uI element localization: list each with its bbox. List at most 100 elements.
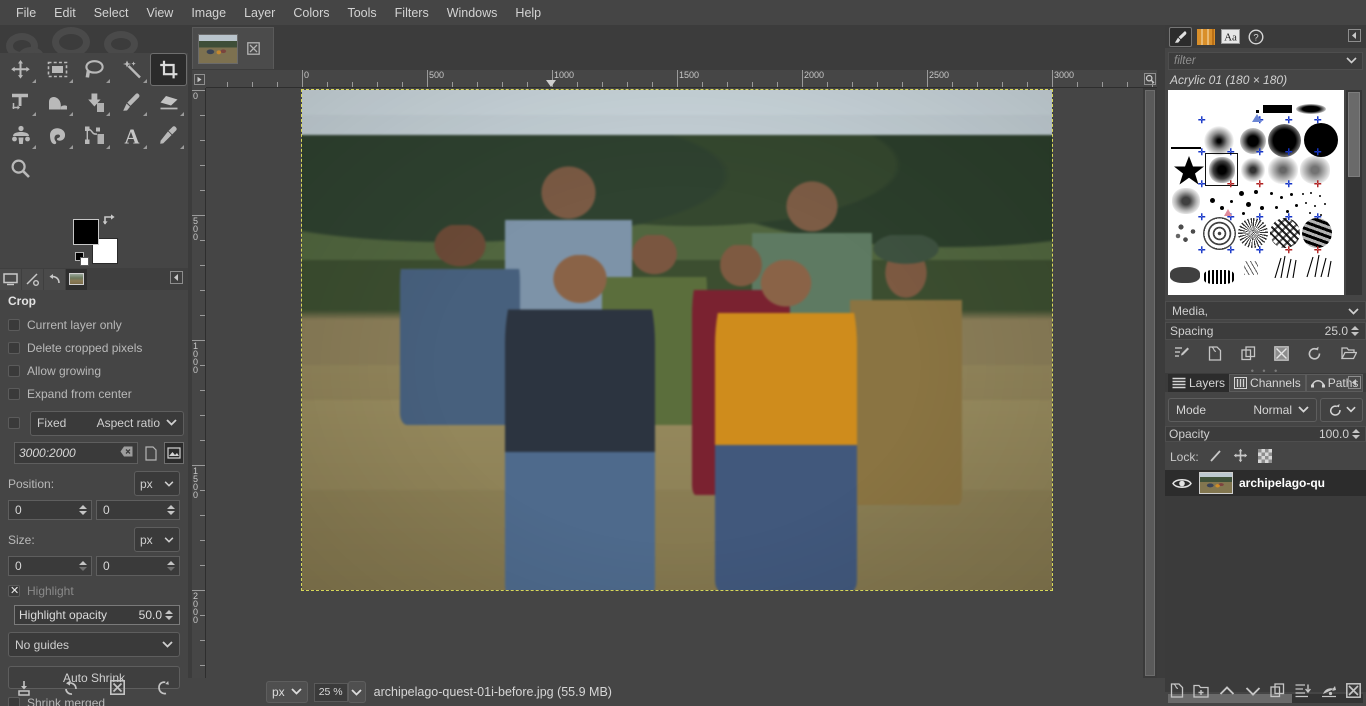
foreground-color-swatch[interactable] xyxy=(73,219,99,245)
restore-tool-options-button[interactable] xyxy=(63,680,79,699)
transform-tool[interactable] xyxy=(2,86,39,119)
delete-brush-button[interactable] xyxy=(1274,345,1289,364)
clone-tool[interactable] xyxy=(2,119,39,152)
warp-tool[interactable] xyxy=(39,86,76,119)
brush-item[interactable] xyxy=(1304,254,1339,289)
menu-view[interactable]: View xyxy=(137,3,182,23)
free-select-tool[interactable] xyxy=(76,53,113,86)
layer-list[interactable]: archipelago-qu xyxy=(1165,470,1366,692)
dock-menu-arrow-icon[interactable] xyxy=(170,271,183,287)
position-unit-combo[interactable]: px xyxy=(134,471,180,496)
spinner-arrows[interactable] xyxy=(165,608,175,622)
landscape-orientation-button[interactable] xyxy=(164,442,184,464)
device-status-button[interactable] xyxy=(0,268,21,290)
image-tab[interactable] xyxy=(192,27,274,69)
images-button[interactable] xyxy=(66,268,87,290)
menu-select[interactable]: Select xyxy=(85,3,138,23)
brush-media-combo[interactable]: Media, xyxy=(1165,301,1366,320)
size-width-input[interactable]: 0 xyxy=(8,556,92,576)
menu-tools[interactable]: Tools xyxy=(338,3,385,23)
new-brush-button[interactable] xyxy=(1208,345,1222,364)
new-layer-group-button[interactable] xyxy=(1193,684,1210,701)
brush-grid-scrollbar[interactable] xyxy=(1346,90,1362,295)
blend-space-button[interactable] xyxy=(1320,397,1363,422)
lock-position-button[interactable] xyxy=(1233,448,1248,466)
close-icon[interactable] xyxy=(246,42,260,56)
brush-filter-input[interactable]: filter xyxy=(1168,52,1363,70)
fixed-checkbox[interactable] xyxy=(8,417,20,429)
tab-document-history[interactable]: ? xyxy=(1244,26,1267,47)
menu-filters[interactable]: Filters xyxy=(386,3,438,23)
delete-layer-button[interactable] xyxy=(1346,683,1362,701)
highlight-checkbox[interactable]: Highlight xyxy=(4,579,184,602)
anchor-layer-button[interactable] xyxy=(1321,683,1337,701)
zoom-level-dropdown[interactable] xyxy=(347,681,366,703)
reset-tool-options-button[interactable] xyxy=(156,680,172,699)
collapse-dock-icon[interactable] xyxy=(1347,28,1362,43)
layer-mode-combo[interactable]: Mode Normal xyxy=(1168,397,1317,422)
chevron-down-icon[interactable] xyxy=(1346,55,1357,67)
tool-preset-button[interactable] xyxy=(22,268,43,290)
new-layer-button[interactable] xyxy=(1170,683,1184,701)
paintbrush-tool[interactable] xyxy=(113,86,150,119)
raise-layer-button[interactable] xyxy=(1219,685,1235,700)
delete-tool-options-button[interactable] xyxy=(110,680,126,698)
open-brush-folder-button[interactable] xyxy=(1340,346,1358,363)
eye-icon[interactable] xyxy=(1165,477,1199,490)
layer-row[interactable]: archipelago-qu xyxy=(1165,470,1366,496)
duplicate-layer-button[interactable] xyxy=(1270,683,1285,701)
tab-fonts[interactable]: Aa xyxy=(1219,26,1242,47)
highlight-opacity-slider[interactable]: Highlight opacity 50.0 xyxy=(14,605,180,625)
size-height-input[interactable]: 0 xyxy=(96,556,180,576)
brush-item[interactable] xyxy=(1271,254,1306,289)
move-tool[interactable] xyxy=(2,53,39,86)
zoom-image-button[interactable] xyxy=(1143,70,1157,88)
fixed-aspect-combo[interactable]: Fixed Aspect ratio xyxy=(30,410,184,436)
tab-patterns[interactable] xyxy=(1194,26,1217,47)
lock-pixels-button[interactable] xyxy=(1209,449,1223,466)
menu-image[interactable]: Image xyxy=(182,3,235,23)
text-tool[interactable]: A xyxy=(113,119,150,152)
brush-item[interactable] xyxy=(1170,255,1205,290)
edit-brush-button[interactable] xyxy=(1174,346,1190,364)
expand-from-center-checkbox[interactable]: Expand from center xyxy=(4,382,184,405)
position-x-input[interactable]: 0 xyxy=(8,500,92,520)
tab-brushes[interactable] xyxy=(1169,26,1192,47)
menu-help[interactable]: Help xyxy=(506,3,550,23)
spinner-arrows[interactable] xyxy=(79,557,89,575)
scrollbar-thumb[interactable] xyxy=(1145,90,1155,676)
brush-spacing-slider[interactable]: Spacing 25.0 xyxy=(1165,322,1366,340)
smudge-tool[interactable] xyxy=(39,119,76,152)
refresh-brushes-button[interactable] xyxy=(1307,346,1322,364)
vertical-ruler[interactable]: 0 500 1000 1500 2000 xyxy=(192,88,206,678)
image-with-crop-selection[interactable] xyxy=(301,89,1053,591)
allow-growing-checkbox[interactable]: Allow growing xyxy=(4,359,184,382)
menu-colors[interactable]: Colors xyxy=(284,3,338,23)
crop-tool[interactable] xyxy=(150,53,187,86)
position-y-input[interactable]: 0 xyxy=(96,500,180,520)
brush-item[interactable] xyxy=(1204,258,1239,293)
menu-file[interactable]: File xyxy=(7,3,45,23)
scrollbar-thumb[interactable] xyxy=(1348,92,1360,177)
horizontal-ruler[interactable]: 0 500 1000 1500 2000 2500 3000 xyxy=(206,70,1157,88)
spinner-arrows[interactable] xyxy=(1352,427,1362,441)
undo-history-button[interactable] xyxy=(44,268,65,290)
aspect-ratio-input[interactable]: 3000:2000 xyxy=(14,442,138,464)
brush-item[interactable] xyxy=(1238,255,1273,290)
tab-channels[interactable]: Channels xyxy=(1229,373,1306,392)
collapse-dock-icon[interactable] xyxy=(1347,375,1362,390)
tab-layers[interactable]: Layers xyxy=(1168,373,1230,392)
image-canvas[interactable] xyxy=(206,88,1143,678)
merge-down-button[interactable] xyxy=(1295,683,1311,701)
delete-cropped-pixels-checkbox[interactable]: Delete cropped pixels xyxy=(4,336,184,359)
statusbar-unit-combo[interactable]: px xyxy=(266,681,308,703)
spinner-arrows[interactable] xyxy=(79,501,89,519)
rectangle-select-tool[interactable] xyxy=(39,53,76,86)
current-layer-only-checkbox[interactable]: Current layer only xyxy=(4,313,184,336)
clear-entry-icon[interactable] xyxy=(120,446,133,460)
eraser-tool[interactable] xyxy=(150,86,187,119)
menu-windows[interactable]: Windows xyxy=(438,3,507,23)
ruler-unit-menu[interactable] xyxy=(192,70,206,88)
spinner-arrows[interactable] xyxy=(167,501,177,519)
size-unit-combo[interactable]: px xyxy=(134,527,180,552)
